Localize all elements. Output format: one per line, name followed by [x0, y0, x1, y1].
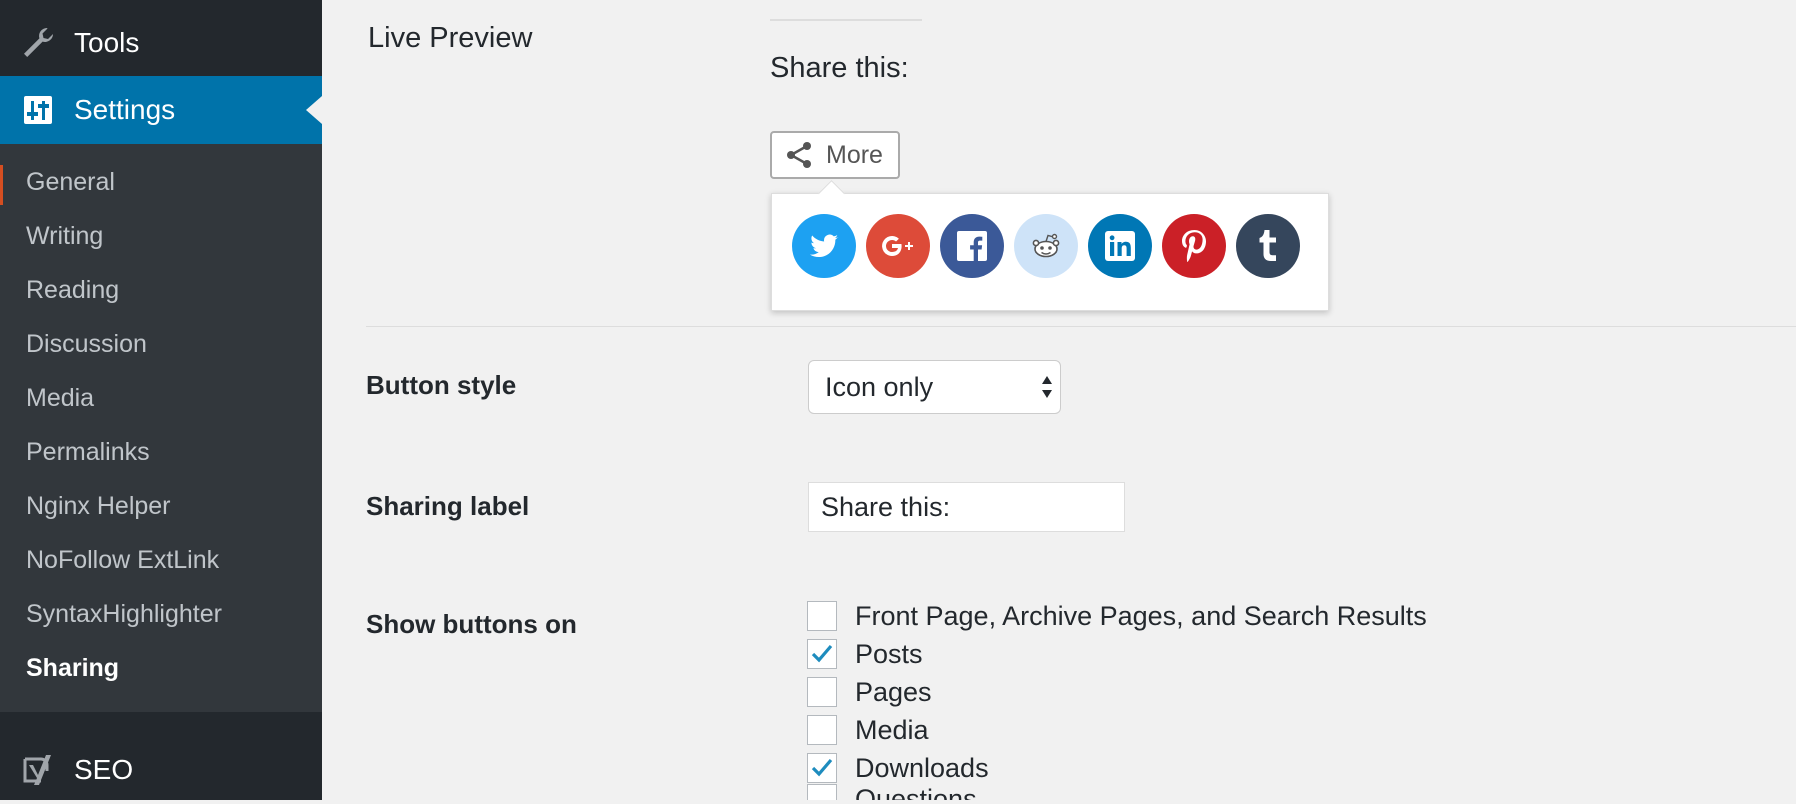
- popup-arrow: [818, 180, 845, 207]
- menu-item-settings-label: Settings: [74, 94, 176, 125]
- tumblr-icon: [1259, 230, 1276, 261]
- menu-item-settings[interactable]: Settings: [0, 76, 322, 144]
- share-title: Share this:: [770, 52, 909, 84]
- show-on-option-questions[interactable]: Questions: [807, 784, 977, 800]
- submenu-item-nofollow-extlink[interactable]: NoFollow ExtLink: [26, 546, 219, 575]
- select-arrows-icon: [1042, 376, 1052, 398]
- facebook-share-button[interactable]: [940, 214, 1004, 278]
- checkbox[interactable]: [807, 601, 837, 631]
- menu-item-seo[interactable]: SEO: [0, 736, 322, 804]
- reddit-share-button[interactable]: [1014, 214, 1078, 278]
- menu-item-seo-label: SEO: [74, 754, 134, 785]
- checkbox[interactable]: [807, 753, 837, 783]
- checkbox[interactable]: [807, 639, 837, 669]
- google-plus-icon: [882, 236, 913, 256]
- button-style-select[interactable]: Icon only: [808, 360, 1061, 414]
- menu-item-tools-label: Tools: [74, 27, 140, 58]
- linkedin-icon: [1105, 231, 1135, 261]
- pinterest-share-button[interactable]: [1162, 214, 1226, 278]
- twitter-share-button[interactable]: [792, 214, 856, 278]
- google-plus-share-button[interactable]: [866, 214, 930, 278]
- preview-divider: [770, 19, 922, 21]
- show-on-option-posts[interactable]: Posts: [807, 638, 923, 670]
- submenu-marker: [0, 165, 3, 205]
- sharing-label-label: Sharing label: [366, 491, 530, 521]
- admin-sidebar: Tools Settings General Writing Reading D…: [0, 0, 322, 800]
- show-on-option-downloads[interactable]: Downloads: [807, 752, 989, 784]
- tumblr-share-button[interactable]: [1236, 214, 1300, 278]
- menu-item-tools[interactable]: Tools: [0, 9, 322, 77]
- button-style-value: Icon only: [825, 371, 934, 402]
- submenu-item-media[interactable]: Media: [26, 384, 94, 413]
- show-on-option-label: Media: [855, 714, 929, 745]
- submenu-item-reading[interactable]: Reading: [26, 276, 119, 305]
- checkbox[interactable]: [807, 715, 837, 745]
- reddit-icon: [1032, 233, 1060, 258]
- sharing-label-value: Share this:: [821, 491, 951, 522]
- submenu-item-sharing[interactable]: Sharing: [26, 654, 119, 683]
- show-on-option-label: Downloads: [855, 752, 989, 783]
- share-icon: [784, 138, 818, 172]
- show-buttons-on-label: Show buttons on: [366, 609, 577, 639]
- facebook-icon: [957, 231, 987, 261]
- show-on-option-label: Questions: [855, 784, 977, 800]
- show-on-option-label: Front Page, Archive Pages, and Search Re…: [855, 600, 1427, 631]
- pinterest-icon: [1182, 230, 1206, 263]
- show-on-option-pages[interactable]: Pages: [807, 676, 932, 708]
- linkedin-share-button[interactable]: [1088, 214, 1152, 278]
- main-content: Live Preview Share this: More Button sty…: [322, 0, 1796, 800]
- submenu-item-nginx-helper[interactable]: Nginx Helper: [26, 492, 171, 521]
- submenu-item-discussion[interactable]: Discussion: [26, 330, 147, 359]
- sharing-label-input[interactable]: Share this:: [808, 482, 1125, 532]
- checkmark-icon: [811, 758, 833, 777]
- more-share-label: More: [826, 140, 883, 169]
- submenu-item-syntaxhighlighter[interactable]: SyntaxHighlighter: [26, 600, 222, 629]
- submenu-item-writing[interactable]: Writing: [26, 222, 103, 251]
- checkbox[interactable]: [807, 784, 837, 800]
- submenu-item-permalinks[interactable]: Permalinks: [26, 438, 150, 467]
- share-popup: [771, 180, 1329, 311]
- settings-submenu: General Writing Reading Discussion Media…: [0, 144, 322, 712]
- show-on-option-label: Pages: [855, 676, 932, 707]
- yoast-icon: [20, 752, 56, 788]
- show-on-option-front-page[interactable]: Front Page, Archive Pages, and Search Re…: [807, 600, 1427, 632]
- show-on-option-label: Posts: [855, 638, 923, 669]
- live-preview-label: Live Preview: [368, 22, 533, 54]
- checkmark-icon: [811, 644, 833, 663]
- section-divider: [366, 326, 1796, 327]
- submenu-item-general[interactable]: General: [26, 168, 115, 197]
- settings-sliders-icon: [20, 92, 56, 128]
- wrench-icon: [20, 25, 56, 61]
- button-style-label: Button style: [366, 370, 517, 400]
- checkbox[interactable]: [807, 677, 837, 707]
- show-on-option-media[interactable]: Media: [807, 714, 929, 746]
- more-share-button[interactable]: More: [770, 131, 900, 179]
- twitter-icon: [809, 234, 839, 258]
